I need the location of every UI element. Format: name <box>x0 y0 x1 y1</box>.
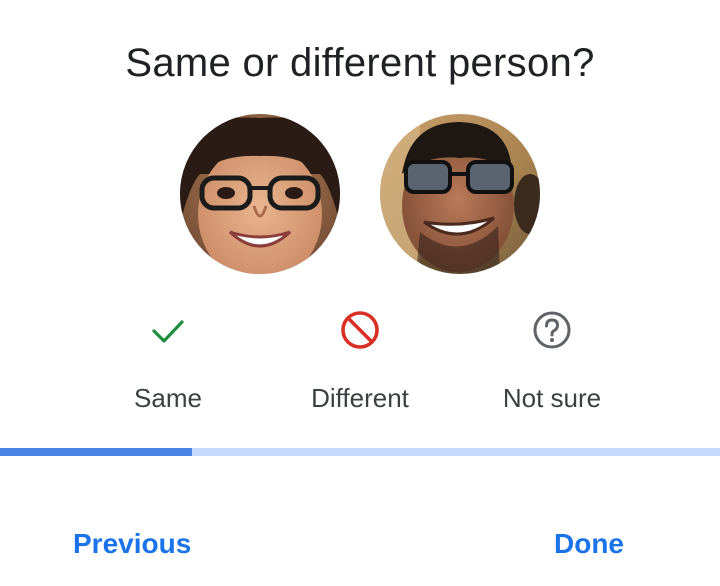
dialog-title: Same or different person? <box>125 41 595 85</box>
same-button[interactable]: Same <box>78 305 258 425</box>
no-entry-icon <box>341 311 379 349</box>
question-circle-icon <box>533 311 571 349</box>
not-sure-label: Not sure <box>502 383 602 413</box>
checkmark-icon <box>152 320 184 343</box>
face-photo-1 <box>180 114 340 274</box>
face-photo-2 <box>380 114 540 274</box>
progress-bar <box>0 448 720 456</box>
different-label: Different <box>311 383 409 413</box>
done-button[interactable]: Done <box>554 524 624 564</box>
same-label: Same <box>134 383 202 413</box>
previous-button[interactable]: Previous <box>73 524 191 564</box>
different-button[interactable]: Different <box>270 305 450 425</box>
progress-fill <box>0 448 193 456</box>
not-sure-button[interactable]: Not sure <box>462 305 642 425</box>
